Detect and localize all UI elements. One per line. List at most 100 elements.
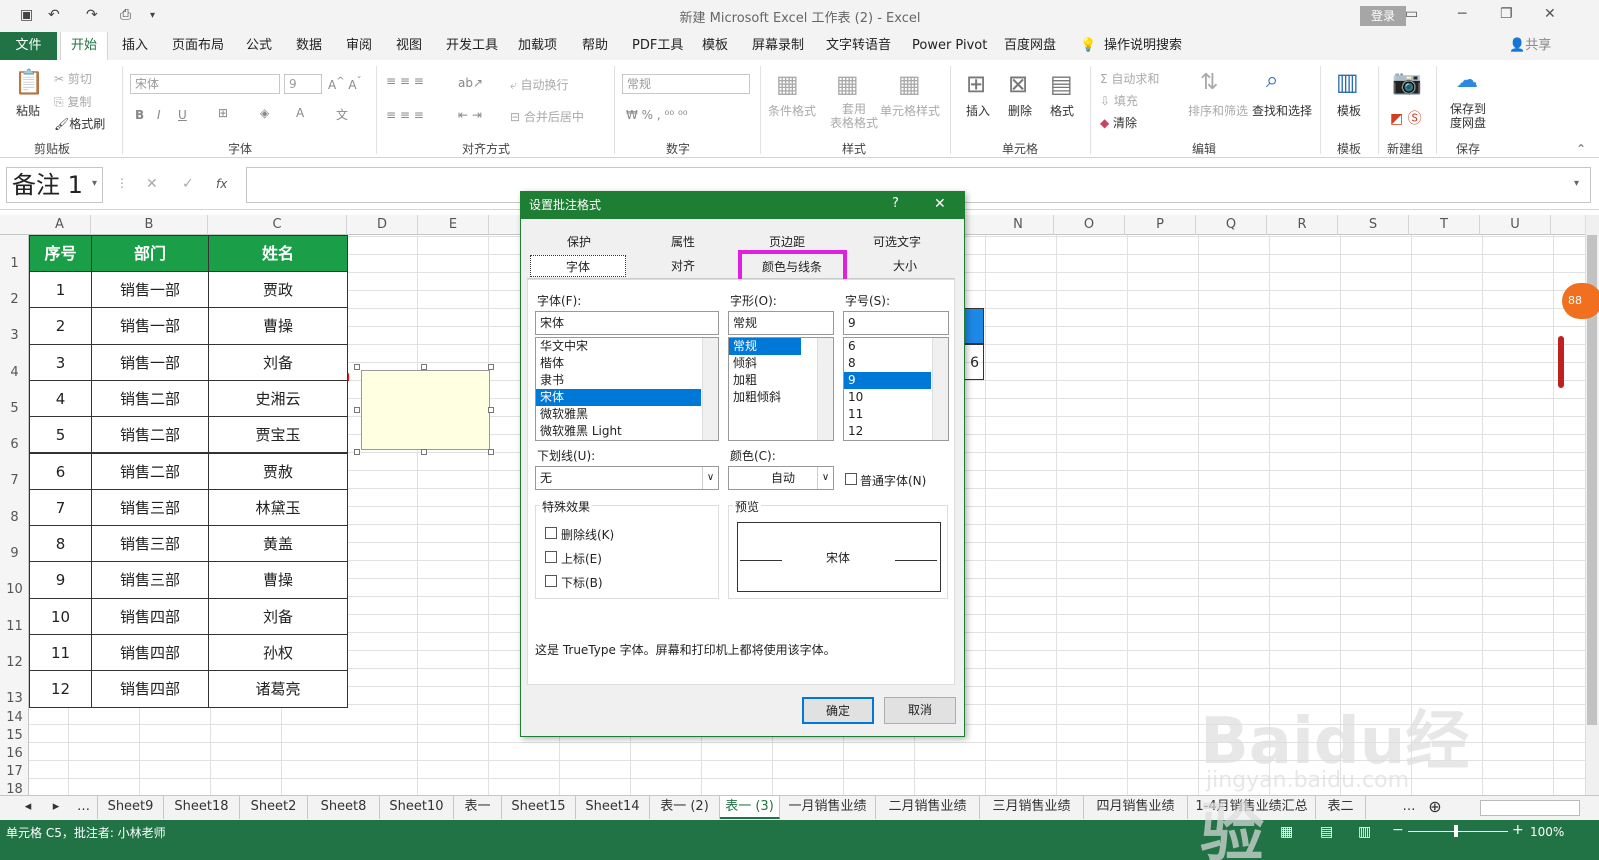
table-cell[interactable]: 贾宝玉 [208, 416, 348, 454]
bold-icon[interactable]: B [135, 108, 144, 122]
resize-handle[interactable] [488, 449, 494, 455]
grow-font-icon[interactable]: A^ Aˇ [328, 76, 362, 92]
row-header[interactable]: 3 [0, 328, 29, 343]
list-item-selected[interactable]: 9 [844, 372, 931, 389]
list-item[interactable]: 微软雅黑 [536, 406, 718, 423]
conditional-format-button[interactable]: 条件格式 [768, 102, 816, 119]
table-cell[interactable]: 销售二部 [91, 379, 209, 418]
row-header[interactable]: 1 [0, 256, 29, 271]
row-header[interactable]: 9 [0, 546, 29, 561]
table-cell[interactable]: 销售一部 [91, 307, 209, 345]
sheet-tab[interactable]: 表一 (3) [720, 796, 780, 819]
column-header[interactable]: U [1480, 215, 1551, 235]
row-header[interactable]: 17 [0, 764, 29, 779]
table-cell[interactable]: 12 [29, 670, 92, 708]
list-item[interactable]: 微软雅黑 Light [536, 423, 718, 440]
indent-icons[interactable]: ⇤ ⇥ [458, 108, 482, 122]
table-cell[interactable]: 3 [29, 343, 92, 381]
list-item-selected[interactable]: 常规 [729, 338, 801, 355]
table-cell[interactable]: 销售二部 [91, 452, 209, 490]
enter-formula-icon[interactable]: ✓ [182, 176, 194, 192]
tab-alt-text[interactable]: 可选文字 [848, 231, 946, 253]
table-cell[interactable]: 销售一部 [91, 271, 209, 309]
column-header[interactable]: Q [1196, 215, 1267, 235]
table-cell[interactable]: 林黛玉 [208, 488, 348, 527]
zoom-level[interactable]: 100% [1530, 825, 1564, 839]
style-list[interactable]: 常规 倾斜 加粗 加粗倾斜 [728, 337, 834, 441]
tab-templates[interactable]: 模板 [698, 32, 732, 60]
orientation-icon[interactable]: ab↗ [458, 76, 483, 90]
table-dept-header[interactable]: 部门 [91, 235, 209, 272]
insert-function-icon[interactable]: fx [216, 177, 227, 191]
resize-handle[interactable] [421, 449, 427, 455]
tab-file[interactable]: 文件 [0, 32, 57, 60]
sheet-tab[interactable]: Sheet15 [502, 796, 576, 819]
restore-icon[interactable]: ❐ [1500, 6, 1513, 22]
save-to-pan-button[interactable]: 保存到 度网盘 [1450, 102, 1486, 130]
superscript-checkbox[interactable] [545, 551, 557, 563]
table-cell[interactable]: 销售四部 [91, 597, 209, 635]
list-item-selected[interactable]: 宋体 [536, 389, 701, 406]
table-cell[interactable]: 销售三部 [91, 561, 209, 599]
floating-badge-icon[interactable]: 88 [1562, 283, 1599, 319]
table-cell[interactable]: 史湘云 [208, 379, 348, 418]
table-cell[interactable]: 1 [29, 271, 92, 309]
merge-center-button[interactable]: ⊟ 合并后居中 [510, 108, 584, 125]
table-cell[interactable]: 7 [29, 488, 92, 527]
cell-style-button[interactable]: 单元格样式 [880, 102, 940, 119]
list-scrollbar[interactable] [702, 338, 718, 440]
subscript-checkbox[interactable] [545, 575, 557, 587]
row-header[interactable]: 5 [0, 401, 29, 416]
tab-help[interactable]: 帮助 [578, 32, 612, 60]
expand-formula-icon[interactable]: ▾ [1574, 178, 1579, 189]
share-button[interactable]: 👤共享 [1505, 32, 1555, 60]
camera-icon[interactable]: 📷 [1392, 68, 1422, 96]
table-cell[interactable]: 销售三部 [91, 525, 209, 563]
phonetic-icon[interactable]: 文 [336, 106, 348, 123]
paste-button[interactable]: 粘贴 [16, 102, 40, 119]
login-button[interactable]: 登录 [1360, 6, 1406, 26]
dialog-close-icon[interactable]: ✕ [934, 196, 946, 212]
table-cell[interactable]: 5 [29, 416, 92, 454]
fill-color-icon[interactable]: ◈ [260, 106, 269, 120]
table-cell[interactable]: 4 [29, 379, 92, 418]
ok-button[interactable]: 确定 [802, 697, 874, 724]
tab-addins[interactable]: 加载项 [514, 32, 561, 60]
column-header[interactable]: S [1338, 215, 1409, 235]
undo-icon[interactable]: ↶ [48, 7, 60, 23]
tab-page-layout[interactable]: 页面布局 [168, 32, 228, 60]
resize-handle[interactable] [488, 364, 494, 370]
table-cell[interactable]: 刘备 [208, 343, 348, 381]
tab-insert[interactable]: 插入 [118, 32, 152, 60]
print-preview-icon[interactable]: ⎙ [120, 7, 131, 23]
tab-size[interactable]: 大小 [856, 255, 954, 277]
font-color-icon[interactable]: A [296, 106, 304, 120]
table-cell[interactable]: 黄盖 [208, 525, 348, 563]
font-size-select[interactable]: 9 [284, 74, 322, 94]
row-header[interactable]: 13 [0, 691, 29, 706]
cancel-formula-icon[interactable]: ✕ [146, 176, 158, 192]
format-cells-button[interactable]: 格式 [1050, 102, 1074, 119]
sheet-tab[interactable]: Sheet14 [576, 796, 650, 819]
table-cell[interactable]: 销售四部 [91, 634, 209, 672]
tab-font[interactable]: 字体 [530, 255, 626, 277]
font-input[interactable]: 宋体 [535, 311, 719, 335]
new-group-icons[interactable]: ◩ Ⓢ [1390, 108, 1422, 128]
copy-button[interactable]: ⎘ 复制 [54, 93, 91, 110]
row-header[interactable]: 7 [0, 473, 29, 488]
resize-handle[interactable] [421, 364, 427, 370]
tab-alignment[interactable]: 对齐 [634, 255, 732, 277]
zoom-in-icon[interactable]: + [1512, 822, 1524, 838]
minimize-icon[interactable]: ─ [1458, 6, 1466, 22]
tab-properties[interactable]: 属性 [634, 231, 732, 253]
column-header[interactable]: D [347, 215, 418, 235]
table-cell[interactable]: 诸葛亮 [208, 670, 348, 708]
sheet-tab[interactable]: Sheet10 [380, 796, 454, 819]
cut-button[interactable]: ✂ 剪切 [54, 70, 92, 87]
redo-icon[interactable]: ↷ [86, 7, 98, 23]
prev-sheet-icon[interactable]: ◂ [18, 796, 38, 819]
table-cell[interactable]: 刘备 [208, 597, 348, 635]
clear-button[interactable]: ◆ 清除 [1100, 114, 1137, 131]
table-cell[interactable]: 曹操 [208, 307, 348, 345]
column-header[interactable]: O [1054, 215, 1125, 235]
